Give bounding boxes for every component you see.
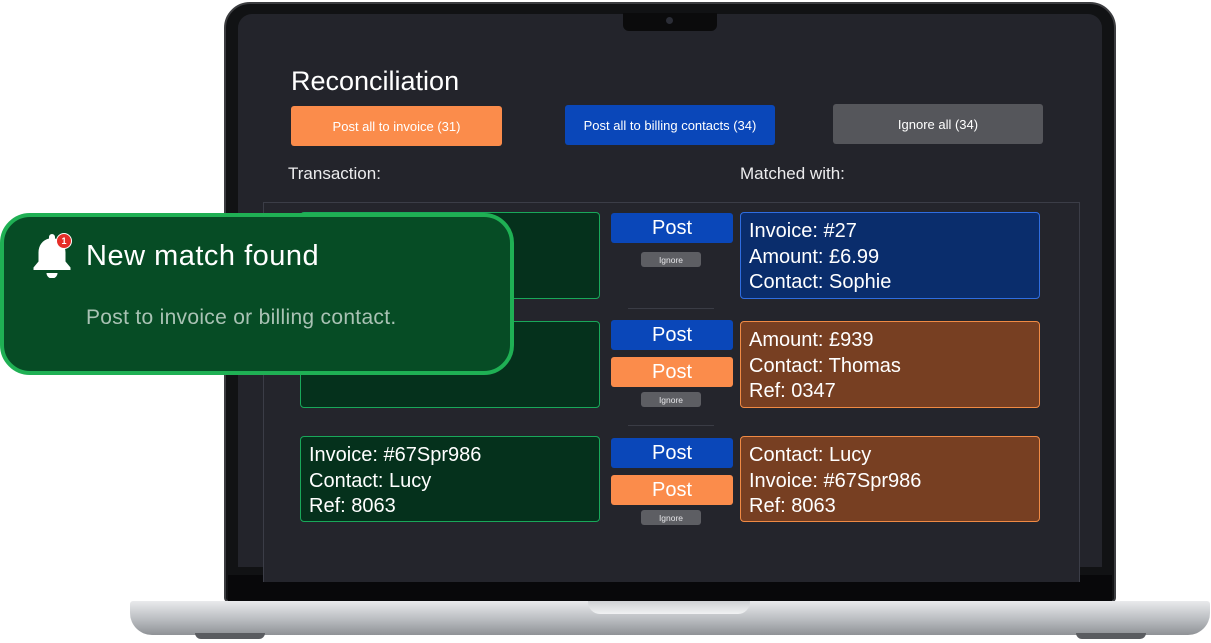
post-to-contact-button[interactable]: Post xyxy=(611,475,733,505)
row-divider xyxy=(628,425,714,426)
match-line: Amount: £939 xyxy=(749,329,874,351)
post-all-to-invoice-button[interactable]: Post all to invoice (31) xyxy=(291,106,502,146)
matched-contact-card[interactable]: Contact: Lucy Invoice: #67Spr986 Ref: 80… xyxy=(740,436,1040,522)
ignore-button[interactable]: Ignore xyxy=(641,510,701,525)
laptop-opening-lip xyxy=(588,601,750,614)
new-match-notification[interactable] xyxy=(0,213,514,375)
post-to-contact-button[interactable]: Post xyxy=(611,357,733,387)
match-line: Invoice: #27 xyxy=(749,220,857,242)
matched-contact-card[interactable]: Amount: £939 Contact: Thomas Ref: 0347 xyxy=(740,321,1040,408)
notification-title: New match found xyxy=(86,240,320,272)
ignore-all-button[interactable]: Ignore all (34) xyxy=(833,104,1043,144)
match-line: Contact: Lucy xyxy=(749,444,872,466)
laptop-foot-right xyxy=(1076,633,1146,639)
ignore-button[interactable]: Ignore xyxy=(641,252,701,267)
match-line: Contact: Thomas xyxy=(749,354,901,377)
matched-invoice-card[interactable]: Invoice: #27 Amount: £6.99 Contact: Soph… xyxy=(740,212,1040,299)
match-line: Contact: Sophie xyxy=(749,271,892,293)
match-line: Ref: 0347 xyxy=(749,380,836,402)
laptop-foot-left xyxy=(195,633,265,639)
ignore-button[interactable]: Ignore xyxy=(641,392,701,407)
match-line: Ref: 8063 xyxy=(749,495,836,517)
notification-count-badge: 1 xyxy=(56,233,72,249)
transaction-card[interactable]: Invoice: #67Spr986 Contact: Lucy Ref: 80… xyxy=(300,436,600,522)
transaction-line: Invoice: #67Spr986 xyxy=(309,444,482,466)
post-to-invoice-button[interactable]: Post xyxy=(611,320,733,350)
camera-icon xyxy=(666,17,673,24)
page-title: Reconciliation xyxy=(291,66,460,96)
match-line: Invoice: #67Spr986 xyxy=(749,469,922,492)
post-to-invoice-button[interactable]: Post xyxy=(611,438,733,468)
match-line: Amount: £6.99 xyxy=(749,245,880,268)
transaction-line: Contact: Lucy xyxy=(309,469,432,492)
transaction-column-label: Transaction: xyxy=(288,164,381,183)
notification-body: Post to invoice or billing contact. xyxy=(86,306,397,329)
row-divider xyxy=(628,308,714,309)
post-to-invoice-button[interactable]: Post xyxy=(611,213,733,243)
post-all-to-billing-contacts-button[interactable]: Post all to billing contacts (34) xyxy=(565,105,775,145)
transaction-line: Ref: 8063 xyxy=(309,495,396,517)
matched-with-column-label: Matched with: xyxy=(740,164,845,183)
